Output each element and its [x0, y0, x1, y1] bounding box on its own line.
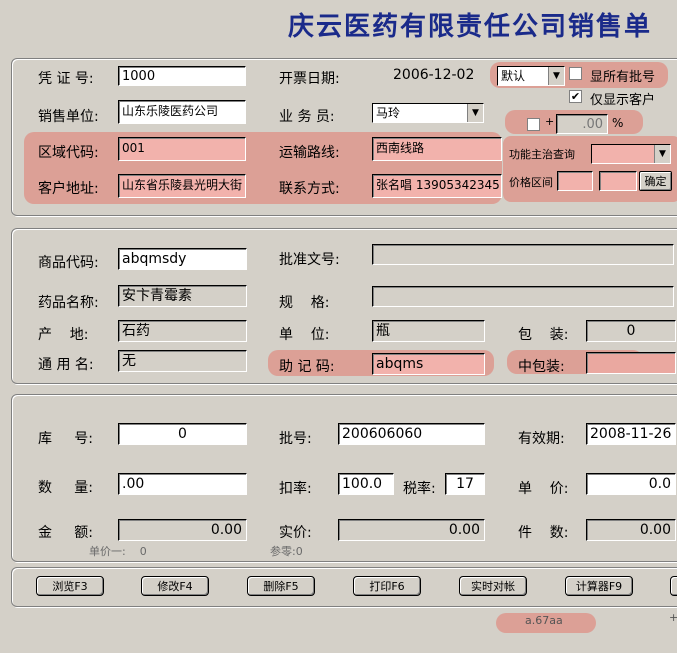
amount-label: 金 额: [38, 525, 93, 541]
origin-label: 产 地: [38, 327, 89, 343]
type-select[interactable]: 默认 ▼ [497, 66, 565, 86]
show-all-batch-label: 显所有批号 [590, 70, 656, 85]
product-code-label: 商品代码: [38, 255, 99, 271]
show-customer-label: 仅显示客户 [590, 93, 656, 108]
generic-name-field: 无 [118, 350, 247, 372]
expiry-label: 有效期: [518, 431, 565, 447]
price-label: 单 价: [518, 481, 569, 497]
unit-field: 瓶 [372, 320, 485, 342]
discount-field[interactable]: 100.0 [338, 473, 394, 495]
show-customer-checkbox[interactable]: ✔ [569, 90, 582, 103]
function-query-select[interactable]: ▼ [591, 144, 671, 164]
date-label: 开票日期: [279, 71, 340, 87]
calculator-button[interactable]: 计算器F9 [565, 576, 633, 596]
route-label: 运输路线: [279, 145, 340, 161]
count-field: 0.00 [586, 519, 676, 541]
real-price-label: 实价: [279, 525, 312, 541]
plus-sign: + [545, 115, 555, 128]
area-code-field[interactable]: 001 [118, 137, 246, 161]
price-max-field[interactable] [599, 171, 637, 191]
product-name-label: 药品名称: [38, 295, 99, 311]
browse-button[interactable]: 浏览F3 [36, 576, 104, 596]
show-all-batch-checkbox[interactable] [569, 67, 582, 80]
pack-field: 0 [586, 320, 676, 342]
spec-field [372, 286, 674, 307]
voucher-field[interactable]: 1000 [118, 66, 246, 86]
address-field[interactable]: 山东省乐陵县光明大街 [118, 174, 246, 198]
pack-label: 包 装: [518, 327, 569, 343]
route-field[interactable]: 西南线路 [372, 137, 502, 161]
sales-unit-field[interactable]: 山东乐陵医药公司 [118, 100, 246, 124]
product-name-field: 安卞青霉素 [118, 285, 247, 307]
salesman-select-value: 马玲 [376, 106, 401, 120]
discount-label: 扣率: [279, 481, 312, 497]
mid-pack-label: 中包装: [518, 359, 565, 375]
spec-label: 规 格: [279, 295, 330, 311]
quantity-field[interactable]: .00 [118, 473, 247, 495]
delete-button[interactable]: 删除F5 [247, 576, 315, 596]
type-select-value: 默认 [501, 69, 526, 83]
unit-label: 单 位: [279, 327, 330, 343]
real-price-field: 0.00 [338, 519, 485, 541]
tax-field[interactable]: 17 [445, 473, 485, 495]
edit-button[interactable]: 修改F4 [141, 576, 209, 596]
date-value: 2006-12-02 [393, 67, 475, 83]
mnemonic-field[interactable]: abqms [372, 353, 485, 375]
origin-field: 石药 [118, 320, 247, 342]
generic-name-label: 通 用 名: [38, 357, 94, 373]
percent-field[interactable]: .00 [556, 114, 608, 134]
contact-field[interactable]: 张名唱 13905342345 [372, 174, 502, 198]
salesman-label: 业 务 员: [279, 109, 335, 125]
approval-field [372, 244, 674, 265]
batch-label: 批号: [279, 431, 312, 447]
percent-checkbox[interactable] [527, 118, 540, 131]
chevron-down-icon[interactable]: ▼ [548, 67, 564, 85]
print-button[interactable]: 打印F6 [353, 576, 421, 596]
reconcile-button[interactable]: 实时对帐 [459, 576, 527, 596]
confirm-button[interactable]: 确定 [639, 171, 672, 191]
percent-sign: % [612, 116, 624, 130]
chevron-down-icon[interactable]: ▼ [467, 104, 483, 122]
product-code-field[interactable]: abqmsdy [118, 248, 247, 270]
tax-label: 税率: [403, 481, 436, 497]
function-query-label: 功能主治查询 [509, 148, 575, 161]
approval-label: 批准文号: [279, 252, 340, 268]
batch-field[interactable]: 200606060 [338, 423, 485, 445]
unit-label: 销售单位: [38, 109, 99, 125]
mnemonic-label: 助 记 码: [279, 359, 335, 375]
price-min-field[interactable] [557, 171, 593, 191]
salesman-select[interactable]: 马玲 ▼ [372, 103, 484, 123]
more-button[interactable] [670, 576, 677, 596]
amount-field: 0.00 [118, 519, 247, 541]
page-title: 庆云医药有限责任公司销售单 [288, 12, 653, 42]
area-label: 区域代码: [38, 145, 99, 161]
ref-note: 参零:0 [270, 545, 303, 558]
price-range-label: 价格区间 [509, 176, 553, 189]
status-plus: + [669, 611, 677, 624]
warehouse-label: 库 号: [38, 431, 93, 447]
contact-label: 联系方式: [279, 181, 340, 197]
quantity-label: 数 量: [38, 480, 93, 496]
status-code: a.67aa [525, 614, 563, 627]
warehouse-field[interactable]: 0 [118, 423, 247, 445]
chevron-down-icon[interactable]: ▼ [654, 145, 670, 163]
expiry-field[interactable]: 2008-11-26 [586, 423, 676, 445]
voucher-label: 凭 证 号: [38, 71, 94, 87]
address-label: 客户地址: [38, 181, 99, 197]
mid-pack-field [586, 352, 676, 374]
count-label: 件 数: [518, 525, 569, 541]
price-field[interactable]: 0.0 [586, 473, 676, 495]
unit-price-note: 单价一: 0 [89, 545, 147, 558]
